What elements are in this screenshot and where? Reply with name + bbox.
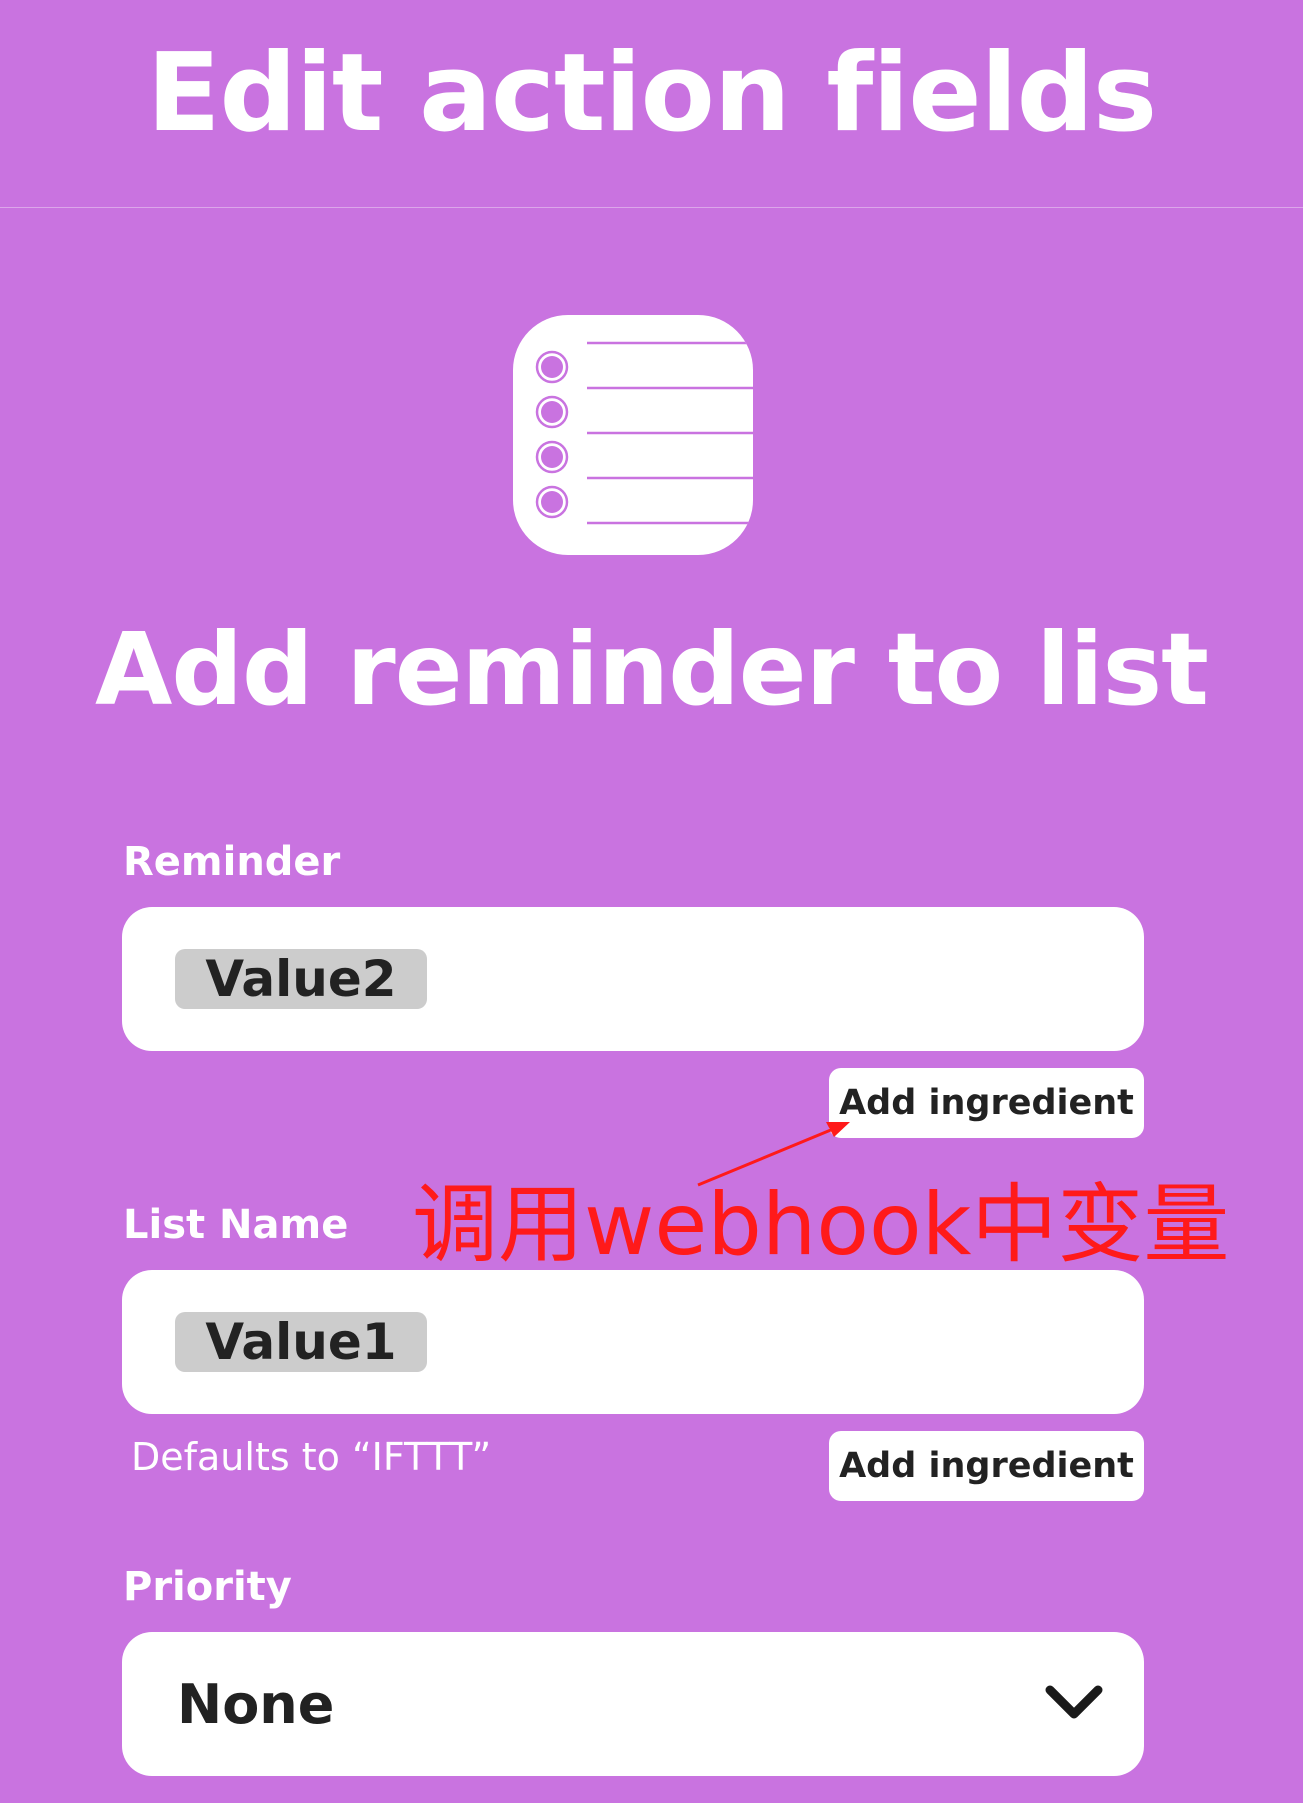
page-header: Edit action fields (0, 0, 1303, 208)
priority-selected-value: None (177, 1673, 335, 1736)
reminder-field[interactable]: Value2 (122, 907, 1144, 1051)
page-title: Edit action fields (146, 31, 1157, 156)
ingredient-pill-value2[interactable]: Value2 (175, 949, 427, 1009)
chevron-down-icon (1045, 1685, 1103, 1719)
reminder-add-ingredient-button[interactable]: Add ingredient (829, 1068, 1144, 1138)
reminder-label: Reminder (123, 839, 341, 885)
list-name-helper-text: Defaults to “IFTTT” (131, 1435, 492, 1479)
action-title: Add reminder to list (95, 611, 1209, 728)
reminders-list-icon (513, 315, 753, 555)
annotation-text: 调用webhook中变量 (412, 1175, 1230, 1275)
priority-select[interactable]: None (122, 1632, 1144, 1776)
priority-label: Priority (123, 1564, 292, 1610)
list-name-add-ingredient-button[interactable]: Add ingredient (829, 1431, 1144, 1501)
annotation-arrow (697, 1122, 850, 1187)
list-name-field[interactable]: Value1 (122, 1270, 1144, 1414)
list-name-label: List Name (123, 1202, 349, 1248)
ingredient-pill-value1[interactable]: Value1 (175, 1312, 427, 1372)
